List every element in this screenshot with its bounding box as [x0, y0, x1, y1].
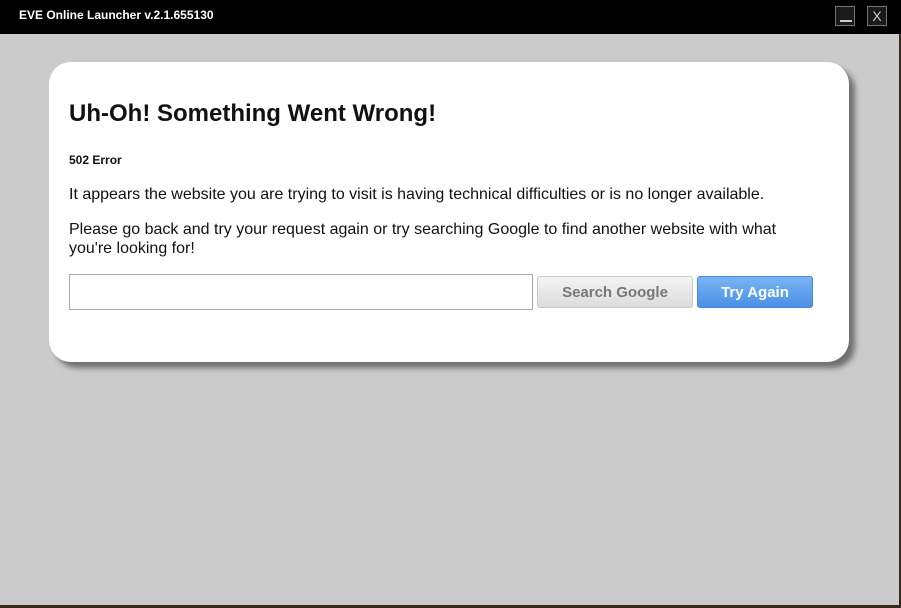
search-input[interactable] — [69, 274, 533, 310]
launcher-window: EVE Online Launcher v.2.1.655130 X Uh-Oh… — [0, 0, 901, 608]
minimize-icon — [840, 20, 852, 22]
close-button[interactable]: X — [867, 6, 887, 26]
title-bar[interactable]: EVE Online Launcher v.2.1.655130 X — [0, 0, 901, 34]
minimize-button[interactable] — [835, 6, 855, 26]
content-area: Uh-Oh! Something Went Wrong! 502 Error I… — [0, 34, 901, 608]
error-code: 502 Error — [69, 153, 122, 167]
close-icon: X — [872, 8, 882, 24]
error-message: It appears the website you are trying to… — [69, 186, 765, 203]
error-heading: Uh-Oh! Something Went Wrong! — [69, 100, 437, 127]
window-title: EVE Online Launcher v.2.1.655130 — [19, 8, 214, 22]
try-again-button[interactable]: Try Again — [697, 276, 813, 308]
error-card: Uh-Oh! Something Went Wrong! 502 Error I… — [49, 62, 849, 362]
search-google-button[interactable]: Search Google — [537, 276, 693, 308]
error-suggestion: Please go back and try your request agai… — [69, 221, 777, 257]
